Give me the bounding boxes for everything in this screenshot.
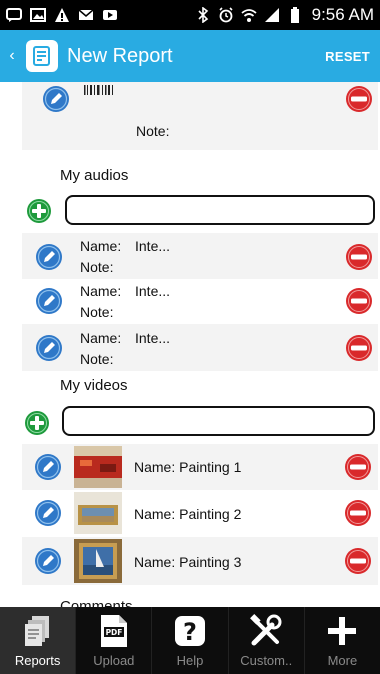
video-name-label: Name: Painting 2 (134, 506, 242, 522)
edit-icon[interactable] (34, 499, 62, 527)
plus-icon (327, 613, 357, 649)
tab-more[interactable]: More (305, 607, 380, 674)
edit-icon[interactable] (35, 334, 63, 362)
image-notification-icon (30, 7, 46, 23)
audio-note-label: Note: (80, 351, 114, 367)
comments-section-title: Comments (60, 598, 133, 607)
tab-custom[interactable]: Custom.. (229, 607, 305, 674)
notification-icon (6, 7, 22, 23)
svg-text:PDF: PDF (105, 628, 122, 637)
delete-icon[interactable] (345, 287, 373, 315)
audio-list-item[interactable]: Name: Inte... Note: (22, 233, 378, 279)
audio-name-label: Name: (80, 330, 122, 346)
delete-icon[interactable] (344, 547, 372, 575)
reset-button[interactable]: RESET (325, 49, 370, 64)
bottom-navigation: Reports PDF Upload ? Help Custom.. More (0, 607, 380, 674)
video-list-item[interactable]: Name: Painting 2 (22, 490, 378, 537)
videos-section-title: My videos (60, 377, 128, 394)
video-notification-icon (102, 7, 118, 23)
video-name-label: Name: Painting 1 (134, 459, 242, 475)
video-list-item[interactable]: Name: Painting 1 (22, 444, 378, 490)
edit-icon[interactable] (34, 547, 62, 575)
video-thumbnail (74, 446, 122, 488)
audio-list-item[interactable]: Name: Inte... Note: (22, 324, 378, 371)
delete-icon[interactable] (344, 453, 372, 481)
status-time: 9:56 AM (311, 5, 374, 24)
delete-icon[interactable] (345, 334, 373, 362)
video-thumbnail (74, 539, 122, 583)
audio-input[interactable] (65, 195, 375, 225)
audio-name-value: Inte... (135, 238, 171, 254)
tab-reports[interactable]: Reports (0, 607, 77, 674)
add-audio-icon[interactable] (26, 198, 52, 224)
page-title: New Report (67, 44, 173, 67)
edit-icon[interactable] (42, 85, 70, 113)
delete-icon[interactable] (345, 243, 373, 271)
delete-icon[interactable] (344, 499, 372, 527)
note-label: Note: (136, 123, 170, 139)
audio-note-label: Note: (80, 259, 114, 275)
svg-text:?: ? (183, 618, 197, 646)
tab-upload[interactable]: PDF Upload (76, 607, 153, 674)
status-bar: 9:56 AM (0, 0, 380, 30)
tab-help-label: Help (176, 653, 204, 668)
tools-icon (249, 613, 283, 649)
report-app-icon (26, 40, 58, 72)
wifi-icon (241, 7, 257, 23)
audio-name-label: Name: (80, 283, 122, 299)
pdf-upload-icon: PDF (100, 613, 128, 649)
alarm-icon (218, 7, 234, 23)
video-list-item[interactable]: Name: Painting 3 (22, 537, 378, 585)
app-bar: ‹ New Report RESET (0, 30, 380, 82)
tab-help[interactable]: ? Help (152, 607, 229, 674)
delete-icon[interactable] (345, 85, 373, 113)
mail-icon (78, 7, 94, 23)
edit-icon[interactable] (35, 243, 63, 271)
tab-reports-label: Reports (14, 653, 61, 668)
report-content[interactable]: Note: My audios Name: Inte... Note: Name… (0, 82, 380, 607)
audio-name-value: Inte... (135, 330, 171, 346)
audio-name-value: Inte... (135, 283, 171, 299)
video-thumbnail (74, 492, 122, 534)
bluetooth-icon (195, 7, 211, 23)
audios-section-title: My audios (60, 167, 129, 184)
tab-upload-label: Upload (93, 653, 135, 668)
video-name-label: Name: Painting 3 (134, 554, 242, 570)
battery-icon (287, 7, 303, 23)
tab-more-label: More (327, 653, 358, 668)
audio-list-item[interactable]: Name: Inte... Note: (22, 279, 378, 324)
edit-icon[interactable] (34, 453, 62, 481)
warning-icon (54, 7, 70, 23)
help-icon: ? (174, 613, 206, 649)
add-video-icon[interactable] (24, 410, 50, 436)
tab-custom-label: Custom.. (240, 653, 293, 668)
video-input[interactable] (62, 406, 375, 436)
signal-icon (264, 7, 280, 23)
reports-icon (24, 613, 51, 649)
back-chevron-icon[interactable]: ‹ (4, 47, 20, 65)
edit-icon[interactable] (35, 287, 63, 315)
photo-item: Note: (22, 82, 378, 150)
audio-name-label: Name: (80, 238, 122, 254)
barcode-thumbnail (84, 82, 120, 95)
audio-note-label: Note: (80, 304, 114, 320)
